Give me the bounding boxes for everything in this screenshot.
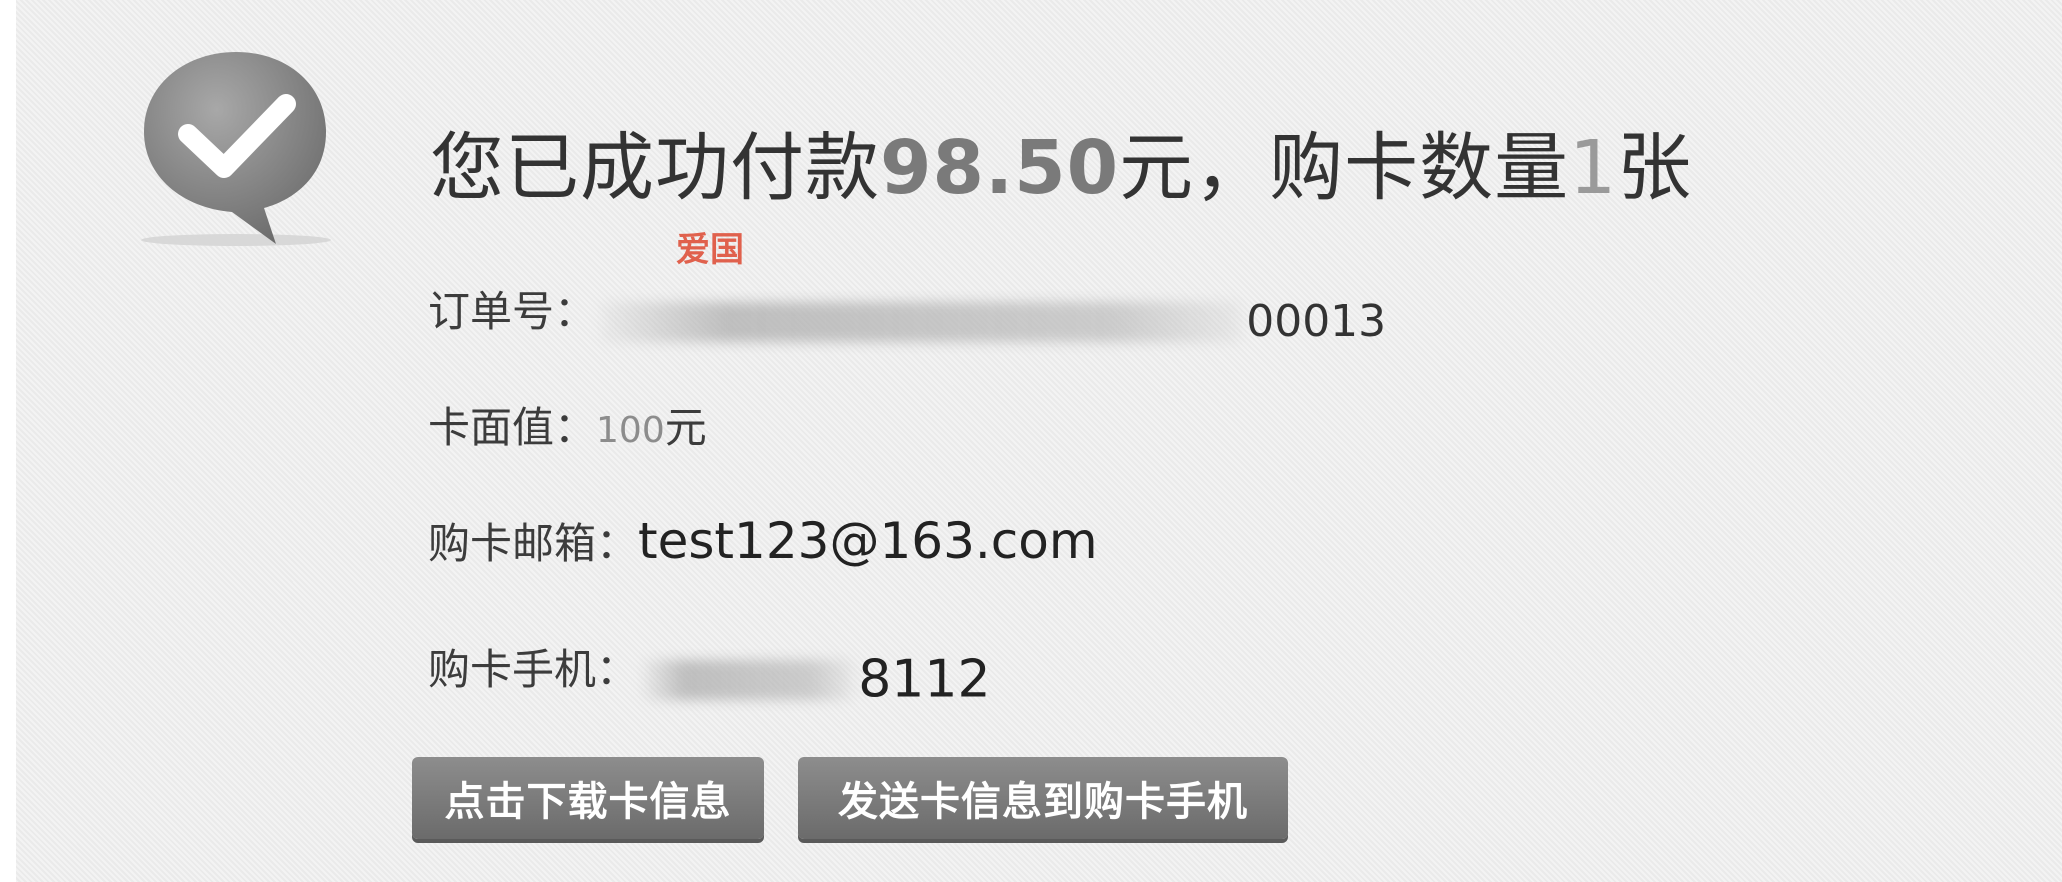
face-value-amount: 100 <box>596 410 665 451</box>
watermark: 爱国 <box>676 230 744 270</box>
phone-label: 购卡手机： <box>428 645 639 694</box>
send-card-info-button[interactable]: 发送卡信息到购卡手机 <box>798 757 1288 839</box>
email-label: 购卡邮箱： <box>428 519 639 568</box>
order-number-suffix: 00013 <box>1246 296 1387 347</box>
email-value: test123@163.com <box>638 512 1098 570</box>
face-value-row: 卡面值：100元 <box>428 394 707 455</box>
phone-redacted <box>643 659 854 700</box>
download-card-info-button[interactable]: 点击下载卡信息 <box>412 757 764 839</box>
payment-success-title: 您已成功付款98.50元，购卡数量1张 <box>430 108 1692 215</box>
phone-row: 购卡手机： 8112 <box>428 636 991 710</box>
email-row: 购卡邮箱：test123@163.com <box>428 510 1098 571</box>
phone-suffix: 8112 <box>858 649 991 710</box>
title-prefix: 您已成功付款 <box>430 125 880 211</box>
face-value-unit: 元 <box>664 403 707 452</box>
success-panel: 您已成功付款98.50元，购卡数量1张 爱国 订单号： 00013 卡面值：10… <box>16 0 2062 882</box>
order-number-label: 订单号： <box>428 287 597 336</box>
title-middle: 元，购卡数量 <box>1119 125 1570 211</box>
order-number-row: 订单号： 00013 <box>428 278 1386 347</box>
title-suffix: 张 <box>1617 125 1693 211</box>
check-speech-bubble-icon <box>136 48 336 248</box>
paid-amount: 98.50 <box>880 125 1120 211</box>
order-number-redacted <box>601 301 1242 342</box>
face-value-label: 卡面值： <box>428 403 597 452</box>
card-count: 1 <box>1569 125 1618 211</box>
